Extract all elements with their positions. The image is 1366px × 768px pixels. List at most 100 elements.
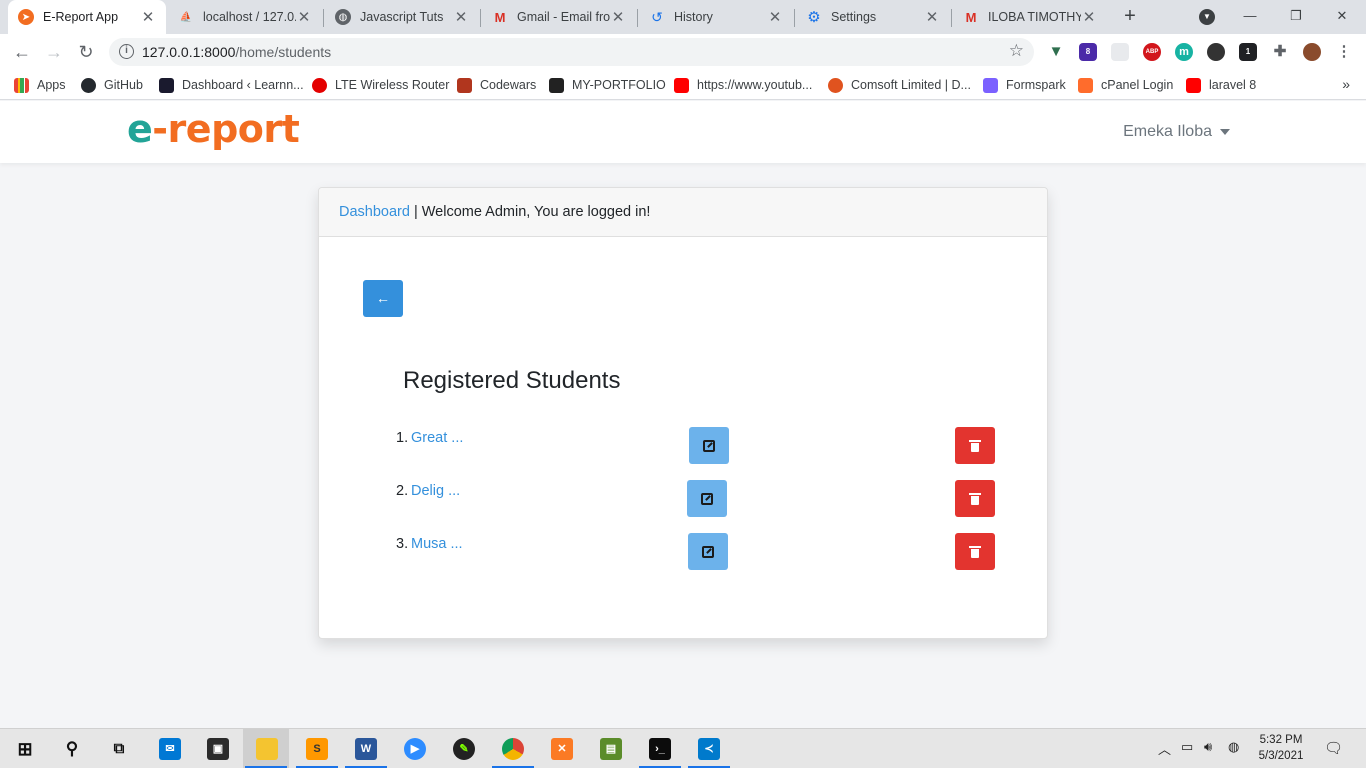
- student-row: 3. Musa ...: [319, 533, 1047, 573]
- adblock-plus-icon[interactable]: ABP: [1143, 43, 1161, 61]
- extension-m-icon[interactable]: m: [1175, 43, 1193, 61]
- tab-close-icon[interactable]: ✕: [610, 8, 626, 26]
- bookmark-label: cPanel Login: [1101, 78, 1174, 92]
- taskbar-clock[interactable]: 5:32 PM 5/3/2021: [1250, 732, 1312, 764]
- site-info-icon[interactable]: i: [119, 44, 134, 59]
- delete-student-button[interactable]: [955, 427, 995, 464]
- bookmark-cpanel[interactable]: cPanel Login: [1078, 76, 1173, 94]
- bookmark-apps[interactable]: Apps: [14, 76, 66, 94]
- battery-icon[interactable]: ▭: [1181, 739, 1193, 755]
- address-bar[interactable]: i 127.0.0.1:8000/home/students ☆: [109, 38, 1034, 66]
- address-url[interactable]: 127.0.0.1:8000/home/students: [142, 44, 331, 60]
- forward-arrow-icon[interactable]: →: [42, 40, 66, 64]
- comsoft-icon: [828, 77, 843, 93]
- tab-label: Gmail - Email from: [517, 10, 610, 24]
- task-view-icon[interactable]: ⧉: [108, 738, 130, 760]
- delete-student-button[interactable]: [955, 480, 995, 517]
- extension-purple-icon[interactable]: 8: [1079, 43, 1097, 61]
- bookmark-lte-router[interactable]: LTE Wireless Router: [312, 76, 449, 94]
- tab-close-icon[interactable]: ✕: [767, 8, 783, 26]
- edit-student-button[interactable]: [688, 533, 728, 570]
- tab-close-icon[interactable]: ✕: [140, 8, 156, 26]
- bookmark-codewars[interactable]: Codewars: [457, 76, 536, 94]
- history-favicon-icon: ↺: [651, 8, 663, 25]
- vue-devtools-icon[interactable]: ▼: [1047, 43, 1065, 61]
- inkscape-icon[interactable]: ✎: [453, 738, 475, 760]
- brand-logo-text: -report: [152, 107, 300, 151]
- tab-search-icon[interactable]: ▼: [1199, 9, 1215, 25]
- edit-student-button[interactable]: [687, 480, 727, 517]
- file-explorer-icon[interactable]: [256, 738, 278, 760]
- terminal-icon[interactable]: ›_: [649, 738, 671, 760]
- chrome-icon[interactable]: [502, 738, 524, 760]
- tab-label: E-Report App: [43, 10, 119, 24]
- student-name-link[interactable]: Delig ...: [411, 483, 460, 499]
- bookmark-label: MY-PORTFOLIO: [572, 78, 666, 92]
- search-icon[interactable]: ⚲: [61, 738, 83, 760]
- windows-start-icon[interactable]: ⊞: [14, 738, 36, 760]
- bookmark-laravel-8[interactable]: laravel 8: [1186, 76, 1256, 94]
- user-dropdown[interactable]: Emeka Iloba: [1123, 123, 1230, 141]
- new-tab-button[interactable]: +: [1119, 5, 1141, 27]
- mail-app-icon[interactable]: ✉: [159, 738, 181, 760]
- xampp-icon[interactable]: ✕: [551, 738, 573, 760]
- tab-close-icon[interactable]: ✕: [1081, 8, 1097, 26]
- airtel-icon: [312, 77, 327, 93]
- network-globe-icon[interactable]: ◍: [1228, 739, 1239, 755]
- word-icon[interactable]: W: [355, 738, 377, 760]
- tab-history[interactable]: ↺ History ✕: [639, 0, 793, 34]
- edit-student-button[interactable]: [689, 427, 729, 464]
- android-studio-icon[interactable]: ▤: [600, 738, 622, 760]
- back-arrow-icon[interactable]: ←: [10, 40, 34, 64]
- bookmark-youtube[interactable]: https://www.youtub...: [674, 76, 812, 94]
- back-button[interactable]: ←: [363, 280, 403, 317]
- bookmark-comsoft[interactable]: Comsoft Limited | D...: [828, 76, 971, 94]
- zoom-icon[interactable]: ▶: [404, 738, 426, 760]
- reload-icon[interactable]: ↻: [74, 40, 98, 64]
- browser-tab-strip: ➤ E-Report App ✕ ⛵ localhost / 127.0.0 ✕…: [0, 0, 1366, 34]
- tab-close-icon[interactable]: ✕: [924, 8, 940, 26]
- extensions-puzzle-icon[interactable]: ✚: [1271, 43, 1289, 61]
- tab-settings[interactable]: ⚙ Settings ✕: [796, 0, 950, 34]
- vscode-icon[interactable]: ≺: [698, 738, 720, 760]
- volume-icon[interactable]: 🔊︎: [1204, 739, 1212, 755]
- browser-menu-icon[interactable]: ⋮: [1335, 43, 1353, 61]
- tab-javascript-tuts[interactable]: ◍ Javascript Tuts ✕: [325, 0, 479, 34]
- student-name-link[interactable]: Musa ...: [411, 536, 463, 552]
- student-name-link[interactable]: Great ...: [411, 430, 463, 446]
- show-hidden-icons-icon[interactable]: ︿: [1158, 739, 1171, 758]
- store-app-icon[interactable]: ▣: [207, 738, 229, 760]
- sublime-text-icon[interactable]: S: [306, 738, 328, 760]
- dashboard-link[interactable]: Dashboard: [339, 204, 410, 220]
- tab-close-icon[interactable]: ✕: [453, 8, 469, 26]
- bookmark-learnn-dashboard[interactable]: Dashboard ‹ Learnn...: [159, 76, 304, 94]
- window-close-button[interactable]: ✕: [1322, 4, 1362, 28]
- extension-notification-icon[interactable]: 1: [1239, 43, 1257, 61]
- bookmark-label: Comsoft Limited | D...: [851, 78, 971, 92]
- tab-phpmyadmin[interactable]: ⛵ localhost / 127.0.0 ✕: [168, 0, 322, 34]
- tab-close-icon[interactable]: ✕: [296, 8, 312, 26]
- bookmark-formspark[interactable]: Formspark: [983, 76, 1066, 94]
- app-navbar: e-report Emeka Iloba: [0, 101, 1366, 163]
- tab-iloba-timothy[interactable]: M ILOBA TIMOTHY ✕: [953, 0, 1107, 34]
- student-row: 2. Delig ...: [319, 480, 1047, 520]
- notification-center-icon[interactable]: 🗨︎: [1324, 739, 1343, 757]
- learnn-icon: [159, 77, 174, 93]
- clock-time: 5:32 PM: [1259, 734, 1303, 746]
- student-number: 3.: [396, 536, 409, 552]
- bookmark-github[interactable]: GitHub: [81, 76, 143, 94]
- bookmark-my-portfolio[interactable]: MY-PORTFOLIO: [549, 76, 666, 94]
- extension-dots-icon[interactable]: [1207, 43, 1225, 61]
- brand-logo[interactable]: e-report: [127, 107, 300, 151]
- minimize-button[interactable]: —: [1230, 4, 1270, 28]
- tab-ereport-app[interactable]: ➤ E-Report App ✕: [8, 0, 166, 34]
- tab-gmail[interactable]: M Gmail - Email from ✕: [482, 0, 636, 34]
- trash-icon: [969, 492, 981, 505]
- bookmark-star-icon[interactable]: ☆: [1009, 41, 1024, 61]
- profile-avatar[interactable]: [1303, 43, 1321, 61]
- maximize-button[interactable]: ❐: [1276, 4, 1316, 28]
- bookmarks-overflow-button[interactable]: »: [1342, 76, 1350, 92]
- delete-student-button[interactable]: [955, 533, 995, 570]
- extension-grey-icon[interactable]: [1111, 43, 1129, 61]
- student-number: 2.: [396, 483, 409, 499]
